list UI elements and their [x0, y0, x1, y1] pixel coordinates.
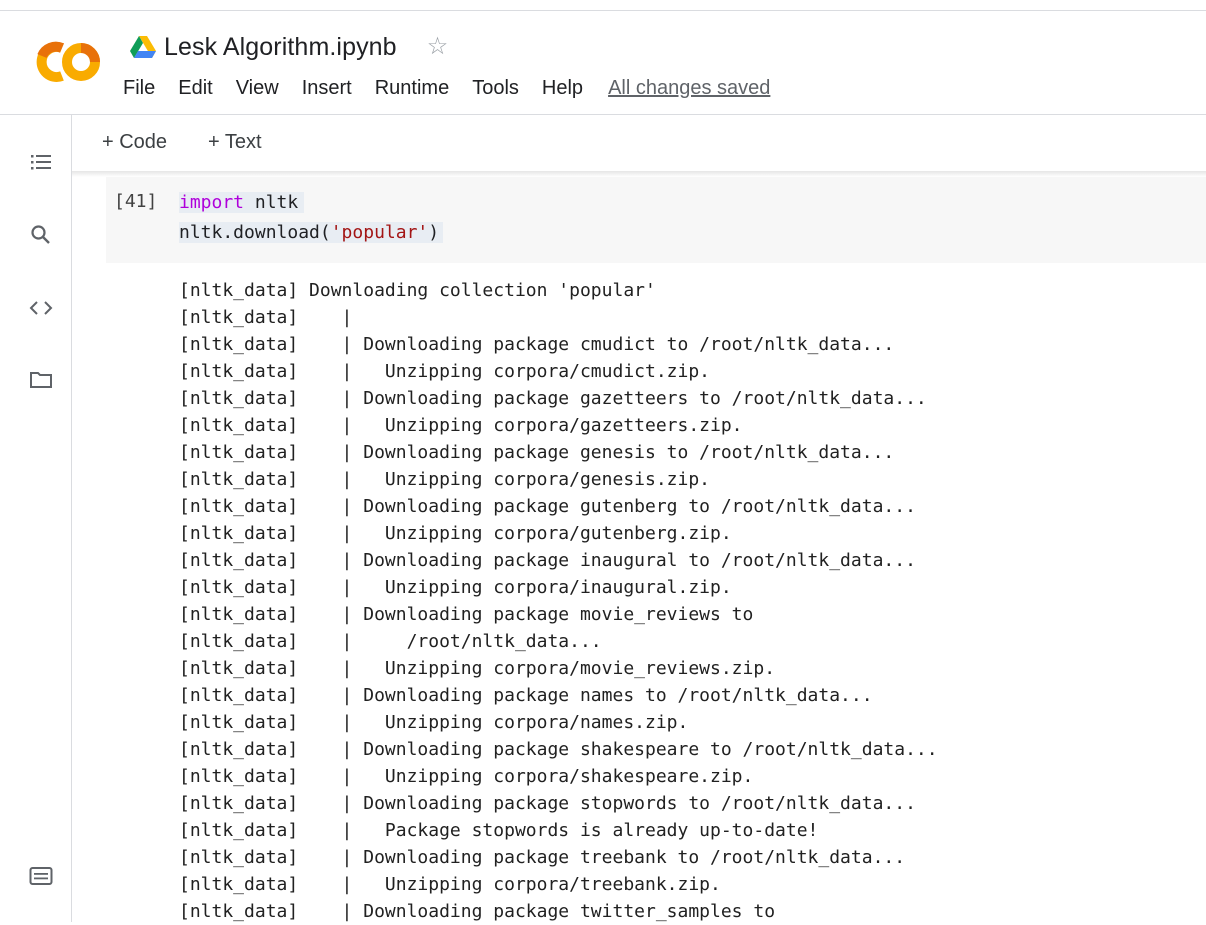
- notebook-toolbar: + Code + Text: [72, 115, 1206, 171]
- output-line: [nltk_data] | Downloading package names …: [179, 685, 873, 706]
- output-line: [nltk_data] | Package stopwords is alrea…: [179, 820, 819, 841]
- output-line: [nltk_data] | Downloading package gazett…: [179, 388, 927, 409]
- output-line: [nltk_data] | Downloading package shakes…: [179, 739, 938, 760]
- code-line-2-prefix: nltk.download(: [179, 222, 331, 243]
- output-line: [nltk_data] | Unzipping corpora/names.zi…: [179, 712, 689, 733]
- output-line: [nltk_data] | /root/nltk_data...: [179, 631, 602, 652]
- execution-count: [41]: [114, 191, 158, 212]
- colab-logo[interactable]: [32, 32, 102, 92]
- add-text-cell-button[interactable]: + Text: [208, 131, 262, 154]
- menu-view[interactable]: View: [236, 77, 279, 100]
- table-of-contents-icon[interactable]: [28, 149, 54, 175]
- output-line: [nltk_data] | Downloading package gutenb…: [179, 496, 916, 517]
- google-drive-icon[interactable]: [130, 36, 156, 58]
- add-code-cell-button[interactable]: + Code: [102, 131, 167, 154]
- files-icon[interactable]: [28, 367, 54, 393]
- code-line-1-rest: nltk: [244, 192, 299, 213]
- output-line: [nltk_data] | Downloading package cmudic…: [179, 334, 895, 355]
- output-line: [nltk_data] |: [179, 307, 353, 328]
- output-line: [nltk_data] | Unzipping corpora/shakespe…: [179, 766, 754, 787]
- menu-help[interactable]: Help: [542, 77, 583, 100]
- code-snippets-icon[interactable]: [28, 295, 54, 321]
- output-line: [nltk_data] | Unzipping corpora/gutenber…: [179, 523, 732, 544]
- left-sidebar: [0, 115, 72, 922]
- search-icon[interactable]: [28, 222, 54, 248]
- save-status-link[interactable]: All changes saved: [608, 77, 770, 100]
- output-line: [nltk_data] | Downloading package twitte…: [179, 901, 776, 922]
- menu-runtime[interactable]: Runtime: [375, 77, 449, 100]
- output-line: [nltk_data] | Downloading package inaugu…: [179, 550, 916, 571]
- output-line: [nltk_data] | Unzipping corpora/gazettee…: [179, 415, 743, 436]
- output-line: [nltk_data] | Downloading package treeba…: [179, 847, 906, 868]
- notebook-title[interactable]: Lesk Algorithm.ipynb: [164, 33, 397, 62]
- menu-bar: File Edit View Insert Runtime Tools Help…: [123, 75, 770, 101]
- code-line-2: nltk.download('popular'): [179, 222, 444, 243]
- menu-file[interactable]: File: [123, 77, 155, 100]
- code-editor[interactable]: import nltk nltk.download('popular'): [179, 188, 444, 248]
- output-line: [nltk_data] | Downloading package genesi…: [179, 442, 895, 463]
- output-line: [nltk_data] | Unzipping corpora/cmudict.…: [179, 361, 711, 382]
- output-line: [nltk_data] | Unzipping corpora/treebank…: [179, 874, 721, 895]
- output-line: [nltk_data] | Unzipping corpora/genesis.…: [179, 469, 711, 490]
- output-line: [nltk_data] | Unzipping corpora/inaugura…: [179, 577, 732, 598]
- output-line: [nltk_data] | Downloading package stopwo…: [179, 793, 916, 814]
- menu-tools[interactable]: Tools: [472, 77, 519, 100]
- output-line: [nltk_data] | Unzipping corpora/movie_re…: [179, 658, 776, 679]
- star-icon[interactable]: ☆: [427, 35, 449, 59]
- cell-output: [nltk_data] Downloading collection 'popu…: [179, 277, 938, 925]
- terminal-icon[interactable]: [28, 863, 54, 889]
- code-line-2-suffix: ): [428, 222, 440, 243]
- menu-insert[interactable]: Insert: [302, 77, 352, 100]
- output-line: [nltk_data] Downloading collection 'popu…: [179, 280, 656, 301]
- string-literal: 'popular': [330, 222, 429, 243]
- output-line: [nltk_data] | Downloading package movie_…: [179, 604, 754, 625]
- menu-edit[interactable]: Edit: [178, 77, 212, 100]
- code-line-1: import nltk: [179, 192, 305, 213]
- keyword-import: import: [179, 192, 245, 213]
- title-row: Lesk Algorithm.ipynb ☆: [130, 30, 448, 64]
